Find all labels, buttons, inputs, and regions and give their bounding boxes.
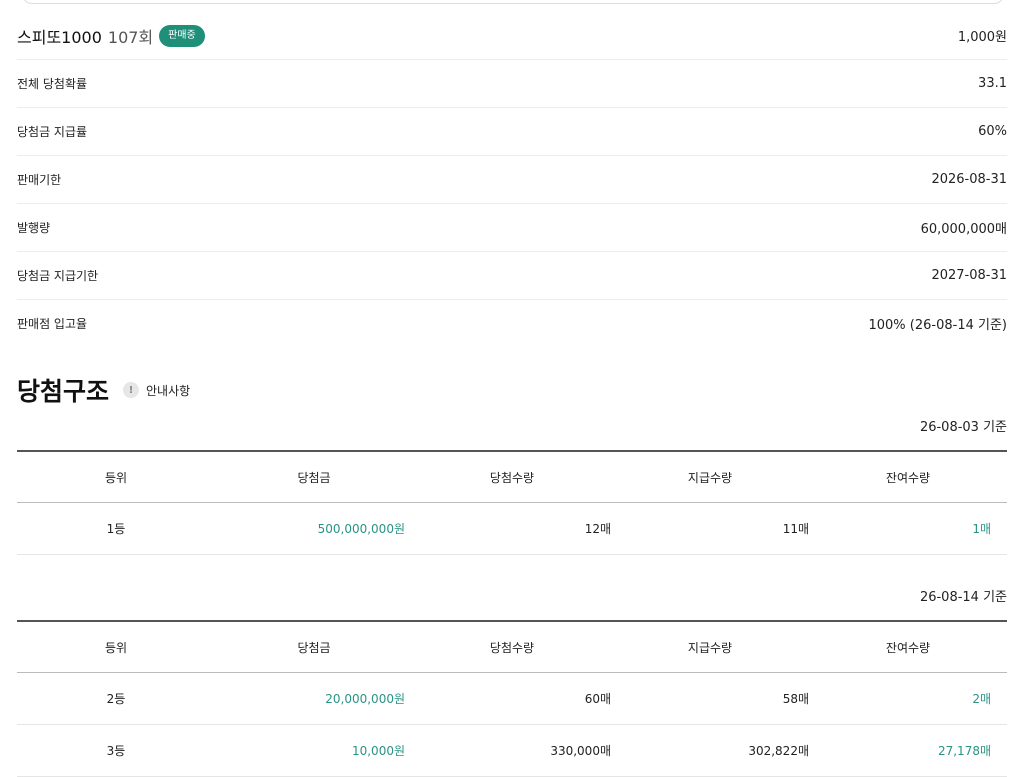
info-row-store-stock-rate: 판매점 입고율 100% (26-08-14 기준) [17, 300, 1007, 347]
cell-prize: 10,000원 [215, 724, 413, 777]
product-header-row: 스피또1000 107회 판매중 1,000원 [17, 12, 1007, 60]
info-label: 발행량 [17, 221, 51, 235]
prize-table-2: 26-08-14 기준 등위 당첨금 당첨수량 지급수량 잔여수량 2등 20,… [17, 584, 1007, 777]
col-total: 당첨수량 [413, 620, 611, 673]
table-header-row: 등위 당첨금 당첨수량 지급수량 잔여수량 [17, 620, 1007, 673]
info-label: 판매기한 [17, 173, 62, 187]
cell-total: 12매 [413, 502, 611, 555]
exclamation-icon: ! [123, 382, 140, 398]
table-row: 2등 20,000,000원 60매 58매 2매 [17, 672, 1007, 725]
col-paid: 지급수량 [611, 450, 809, 503]
info-value: 100% (26-08-14 기준) [868, 318, 1007, 333]
as-of-date: 26-08-03 기준 [919, 420, 1007, 435]
winning-structure-header: 당첨구조 ! 안내사항 [17, 372, 190, 408]
info-row-payout-rate: 당첨금 지급률 60% [17, 108, 1007, 156]
col-prize: 당첨금 [215, 450, 413, 503]
info-row-payment-deadline: 당첨금 지급기한 2027-08-31 [17, 252, 1007, 300]
cell-paid: 58매 [611, 672, 809, 725]
prize-table-1: 26-08-03 기준 등위 당첨금 당첨수량 지급수량 잔여수량 1등 500… [17, 414, 1007, 555]
cell-rank: 2등 [17, 672, 215, 725]
cell-paid: 11매 [611, 502, 809, 555]
col-remain: 잔여수량 [809, 620, 1007, 673]
as-of-date: 26-08-14 기준 [919, 590, 1007, 605]
cell-total: 330,000매 [413, 724, 611, 777]
product-round: 107회 [107, 27, 154, 47]
notice-button[interactable]: ! 안내사항 [123, 382, 190, 399]
info-row-win-probability: 전체 당첨확률 33.1 [17, 60, 1007, 108]
cell-paid: 302,822매 [611, 724, 809, 777]
cell-rank: 1등 [17, 502, 215, 555]
col-rank: 등위 [17, 620, 215, 673]
info-row-issued-quantity: 발행량 60,000,000매 [17, 204, 1007, 252]
col-prize: 당첨금 [215, 620, 413, 673]
info-label: 전체 당첨확률 [17, 77, 88, 91]
info-label: 판매점 입고율 [17, 317, 88, 331]
info-row-sale-deadline: 판매기한 2026-08-31 [17, 156, 1007, 204]
info-value: 60,000,000매 [920, 222, 1007, 237]
notice-label: 안내사항 [146, 383, 191, 398]
info-value: 2027-08-31 [931, 268, 1007, 283]
table-row: 1등 500,000,000원 12매 11매 1매 [17, 502, 1007, 555]
info-label: 당첨금 지급기한 [17, 269, 99, 283]
cell-rank: 3등 [17, 724, 215, 777]
col-rank: 등위 [17, 450, 215, 503]
status-badge: 판매중 [159, 24, 205, 47]
product-price: 1,000원 [957, 30, 1007, 45]
info-value: 33.1 [978, 76, 1007, 91]
prize-table: 등위 당첨금 당첨수량 지급수량 잔여수량 2등 20,000,000원 60매… [17, 620, 1007, 777]
cell-prize: 500,000,000원 [215, 502, 413, 555]
prize-table: 등위 당첨금 당첨수량 지급수량 잔여수량 1등 500,000,000원 12… [17, 450, 1007, 555]
cell-remain: 27,178매 [809, 724, 1007, 777]
cell-remain: 2매 [809, 672, 1007, 725]
table-header-row: 등위 당첨금 당첨수량 지급수량 잔여수량 [17, 450, 1007, 503]
col-total: 당첨수량 [413, 450, 611, 503]
col-remain: 잔여수량 [809, 450, 1007, 503]
product-title: 스피또1000 107회 판매중 [17, 24, 205, 48]
section-title: 당첨구조 [17, 377, 110, 406]
cell-remain: 1매 [809, 502, 1007, 555]
product-info: 스피또1000 107회 판매중 1,000원 전체 당첨확률 33.1 당첨금… [17, 12, 1007, 347]
info-value: 2026-08-31 [931, 172, 1007, 187]
cell-prize: 20,000,000원 [215, 672, 413, 725]
info-value: 60% [978, 124, 1007, 139]
table-row: 3등 10,000원 330,000매 302,822매 27,178매 [17, 724, 1007, 777]
top-card-edge [22, 0, 1004, 4]
cell-total: 60매 [413, 672, 611, 725]
product-name: 스피또1000 [17, 27, 102, 47]
info-label: 당첨금 지급률 [17, 125, 88, 139]
col-paid: 지급수량 [611, 620, 809, 673]
